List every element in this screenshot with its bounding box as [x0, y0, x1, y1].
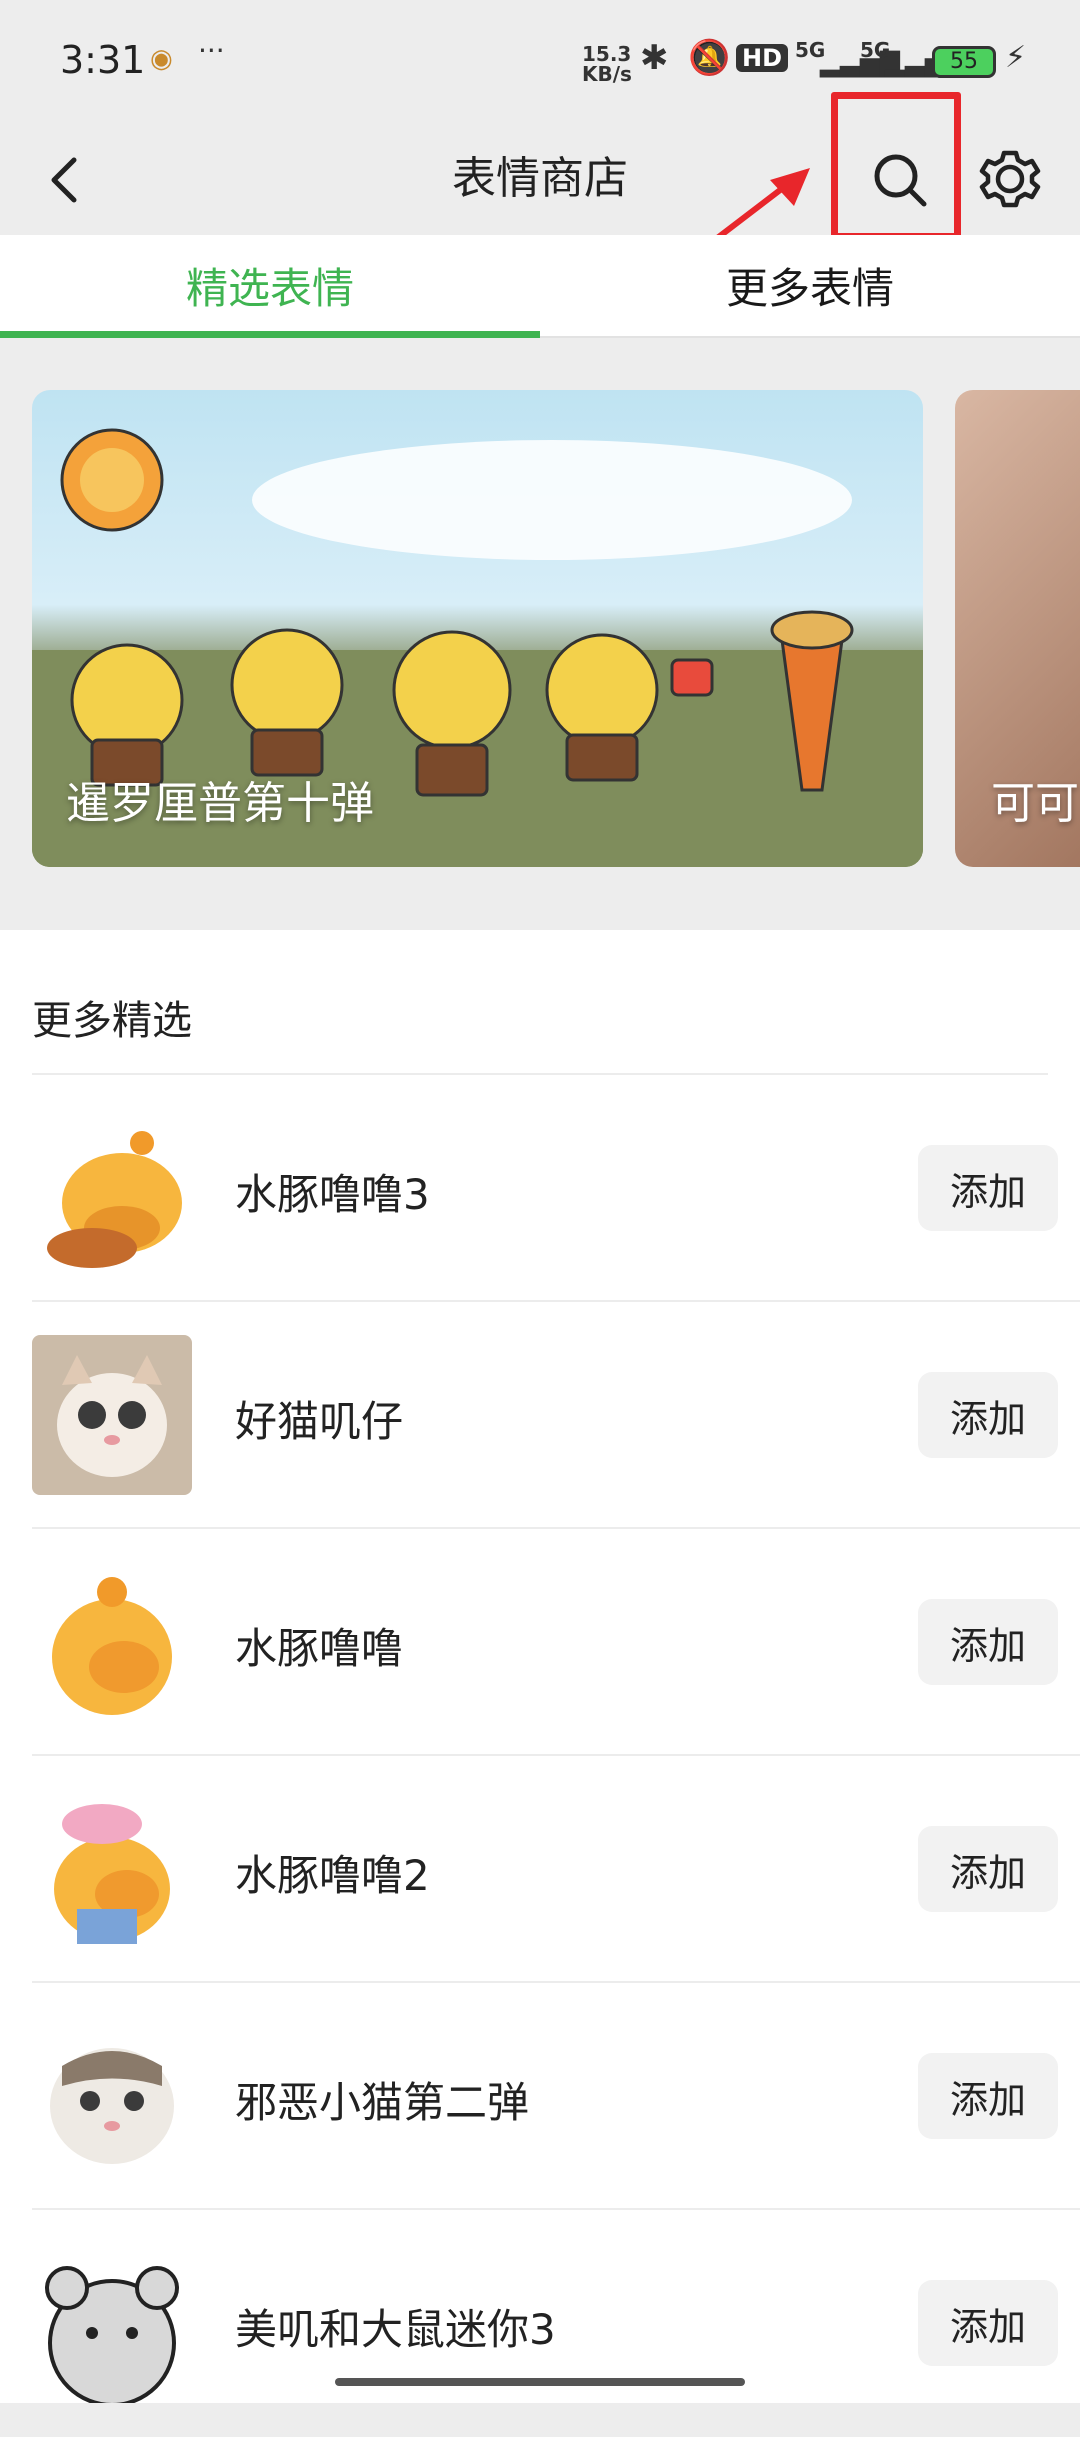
list-item[interactable]: 水豚噜噜2 添加: [0, 1756, 1080, 1983]
add-button[interactable]: 添加: [918, 1599, 1058, 1685]
hd-badge: HD: [736, 44, 789, 72]
sticker-thumbnail: [32, 2243, 192, 2403]
add-button[interactable]: 添加: [918, 2280, 1058, 2366]
banner-card[interactable]: 可可: [955, 390, 1080, 867]
sticker-list: 更多精选 水豚噜噜3 添加 好猫叽仔 添加 水豚噜噜 添加 水豚噜噜2 添加 邪…: [0, 930, 1080, 2403]
status-time: 3:31: [60, 38, 146, 82]
weibo-icon: ◉: [150, 44, 173, 74]
gear-icon: [979, 150, 1041, 208]
list-item[interactable]: 邪恶小猫第二弹 添加: [0, 1983, 1080, 2210]
net-speed: 15.3 KB/s: [582, 42, 632, 86]
mute-bell-icon: 🔕: [688, 38, 731, 78]
charging-icon: ⚡: [1005, 40, 1027, 75]
sticker-name: 水豚噜噜: [235, 1624, 404, 1673]
battery-icon: 55: [932, 46, 996, 78]
section-title: 更多精选: [32, 998, 192, 1044]
list-item[interactable]: 好猫叽仔 添加: [0, 1302, 1080, 1529]
banner-caption: 可可: [991, 778, 1079, 829]
sticker-thumbnail: [32, 1335, 192, 1495]
add-button[interactable]: 添加: [918, 2053, 1058, 2139]
more-dots: ···: [198, 34, 225, 67]
list-item[interactable]: 水豚噜噜3 添加: [0, 1075, 1080, 1302]
search-highlight-box: [831, 92, 961, 240]
banner-card[interactable]: 暹罗厘普第十弹: [32, 390, 923, 867]
sticker-thumbnail: [32, 1789, 192, 1949]
sticker-name: 美叽和大鼠迷你3: [235, 2305, 556, 2354]
list-item[interactable]: 水豚噜噜 添加: [0, 1529, 1080, 1756]
home-indicator[interactable]: [335, 2378, 745, 2386]
banner-caption: 暹罗厘普第十弹: [66, 778, 374, 829]
add-button[interactable]: 添加: [918, 1372, 1058, 1458]
add-button[interactable]: 添加: [918, 1826, 1058, 1912]
active-tab-indicator: [0, 331, 540, 338]
tab-featured[interactable]: 精选表情: [0, 255, 540, 316]
banner-carousel[interactable]: 暹罗厘普第十弹 可可: [0, 338, 1080, 930]
add-button[interactable]: 添加: [918, 1145, 1058, 1231]
tab-bar: 精选表情 更多表情: [0, 235, 1080, 338]
sticker-name: 邪恶小猫第二弹: [235, 2078, 530, 2127]
bluetooth-icon: ✱: [640, 38, 669, 78]
sticker-thumbnail: [32, 1108, 192, 1268]
sticker-thumbnail: [32, 1562, 192, 1722]
sticker-name: 好猫叽仔: [235, 1397, 404, 1446]
tab-more[interactable]: 更多表情: [540, 255, 1080, 316]
sticker-thumbnail: [32, 2016, 192, 2176]
sticker-name: 水豚噜噜3: [235, 1170, 430, 1219]
sticker-name: 水豚噜噜2: [235, 1851, 430, 1900]
settings-button[interactable]: [975, 142, 1045, 217]
